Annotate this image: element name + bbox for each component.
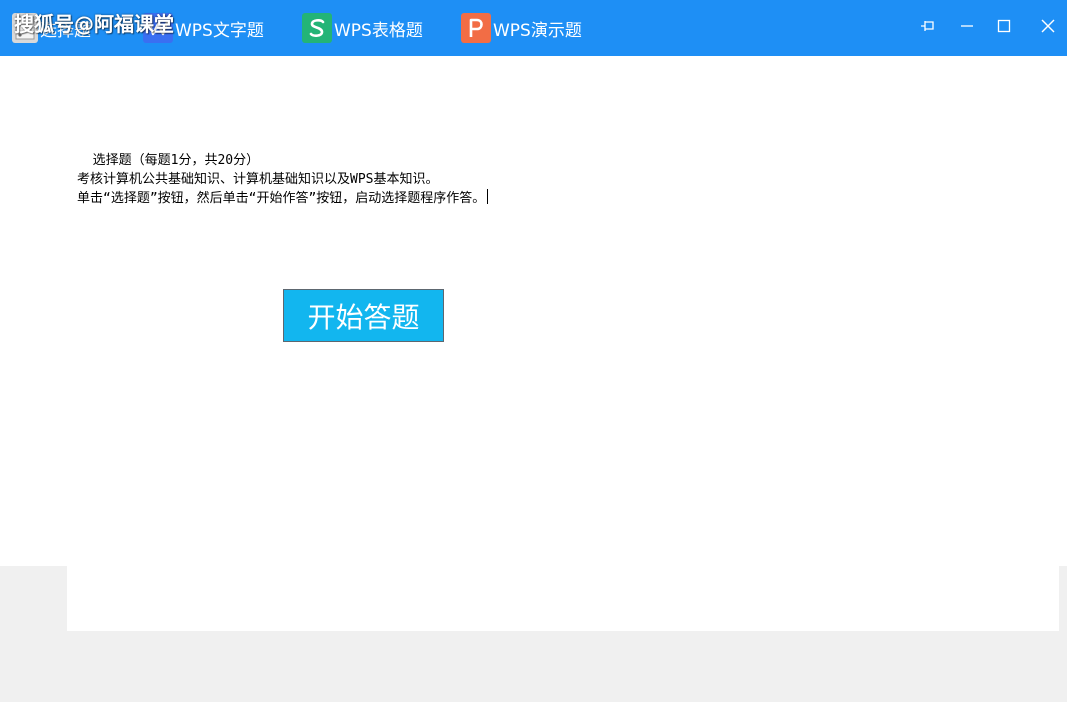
minimize-button[interactable] (952, 12, 982, 40)
maximize-icon (997, 19, 1011, 33)
instructions-line-title: 选择题（每题1分，共20分） (77, 153, 260, 168)
tab-wps-presentation[interactable]: WPS演示题 (461, 12, 582, 44)
watermark: 搜狐号@阿福课堂 (14, 12, 174, 36)
instructions-line-scope: 考核计算机公共基础知识、计算机基础知识以及WPS基本知识。 (77, 172, 439, 187)
tab-wps-spreadsheet[interactable]: WPS表格题 (302, 12, 423, 44)
main-content: 选择题（每题1分，共20分） 考核计算机公共基础知识、计算机基础知识以及WPS基本… (0, 56, 1067, 566)
instructions-line-steps: 单击“选择题”按钮，然后单击“开始作答”按钮，启动选择题程序作答。 (77, 189, 489, 208)
text-caret (487, 189, 489, 204)
pin-button[interactable] (913, 12, 943, 40)
close-icon (1041, 19, 1055, 33)
tab-label: WPS文字题 (175, 20, 264, 41)
minimize-icon (961, 25, 973, 27)
start-answering-button[interactable]: 开始答题 (283, 289, 444, 342)
maximize-button[interactable] (989, 12, 1019, 40)
lower-panel (67, 566, 1059, 631)
tab-label: WPS表格题 (334, 20, 423, 41)
close-button[interactable] (1033, 12, 1063, 40)
title-bar: 选择题 WPS文字题 WPS表格题 WPS演示题 搜狐号@阿福课堂 (0, 0, 1067, 56)
instructions-text[interactable]: 选择题（每题1分，共20分） 考核计算机公共基础知识、计算机基础知识以及WPS基本… (77, 151, 489, 208)
wps-presentation-icon (461, 13, 491, 43)
pin-icon (921, 21, 934, 31)
wps-spreadsheet-icon (302, 13, 332, 43)
tab-label: WPS演示题 (493, 20, 582, 41)
